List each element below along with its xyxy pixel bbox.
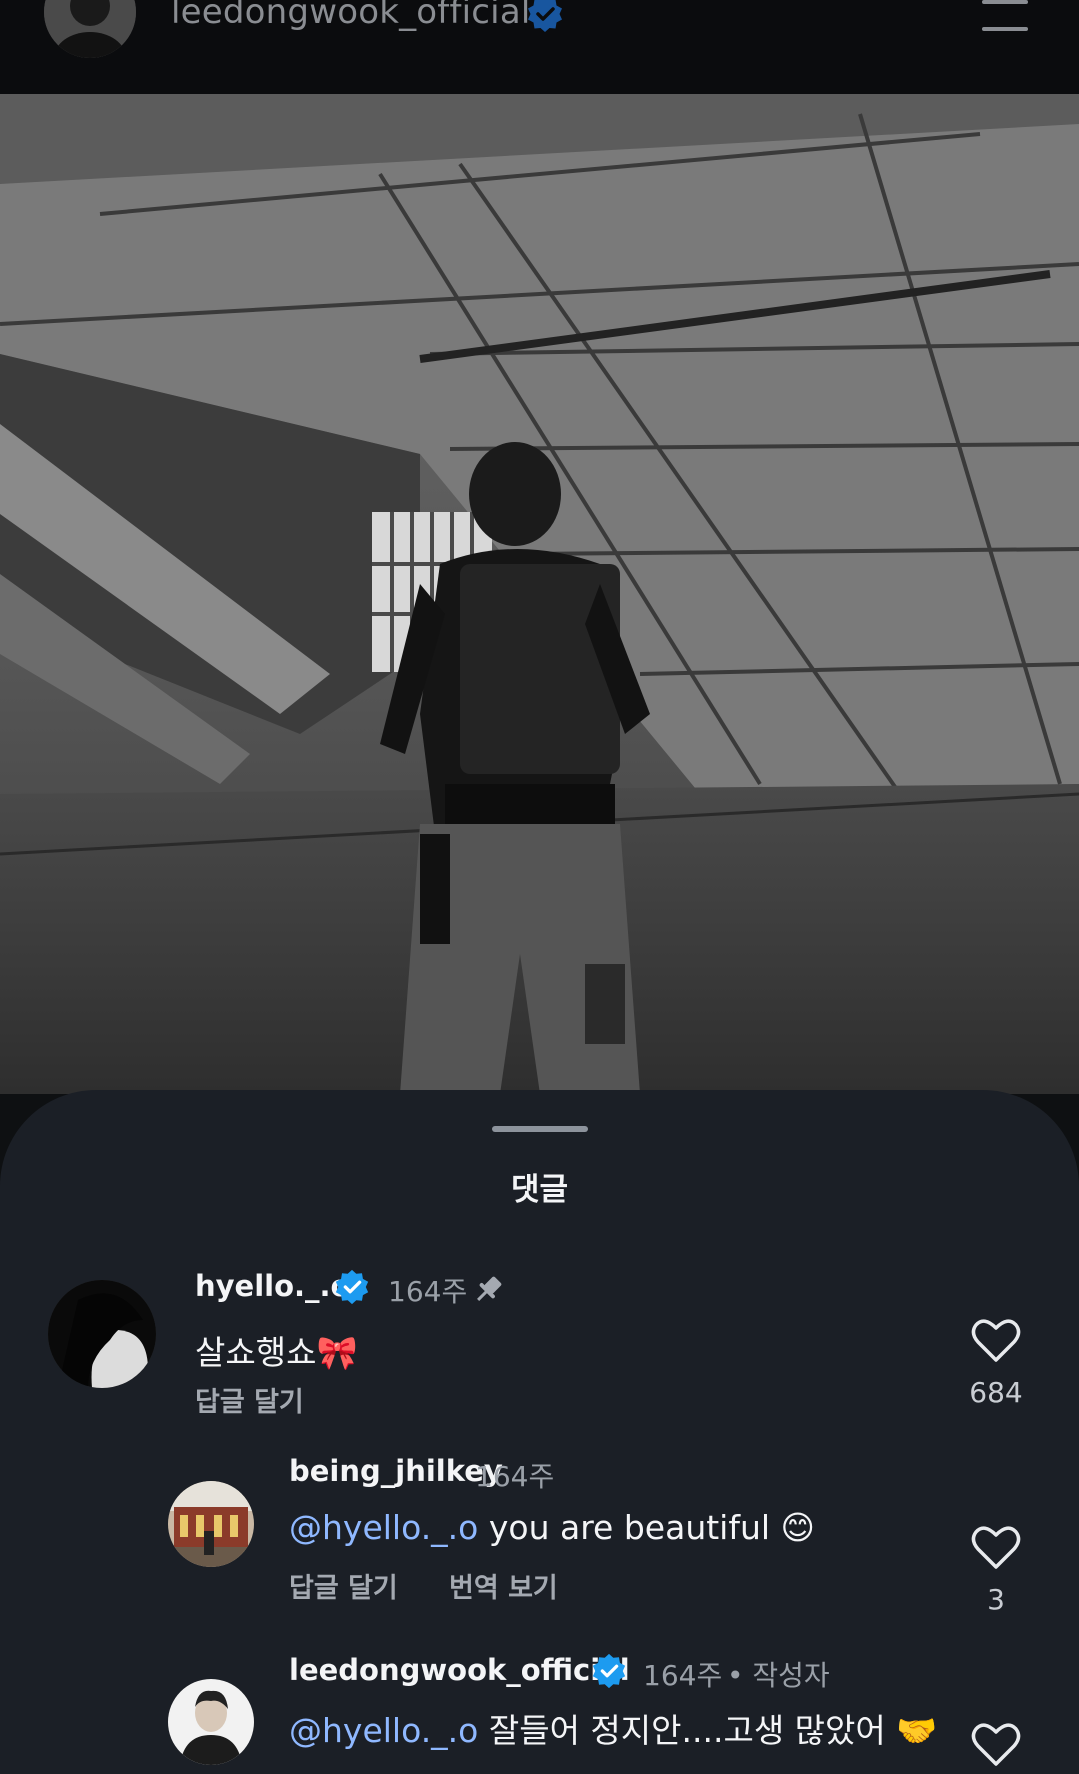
comment-username[interactable]: being_jhilkey — [289, 1454, 503, 1488]
verified-badge-icon — [528, 0, 562, 32]
translate-button[interactable]: 번역 보기 — [449, 1566, 558, 1605]
heart-icon[interactable] — [970, 1720, 1022, 1768]
sheet-title: 댓글 — [510, 1172, 569, 1208]
commenter-avatar[interactable] — [48, 1280, 156, 1388]
verified-badge-icon — [335, 1269, 369, 1305]
verified-badge-icon — [592, 1653, 626, 1689]
reply-button[interactable]: 답글 달기 — [195, 1380, 304, 1419]
sheet-drag-handle[interactable] — [492, 1126, 588, 1132]
hamburger-menu-icon[interactable] — [982, 0, 1028, 34]
pin-icon — [477, 1276, 502, 1301]
like-count: 3 — [987, 1583, 1005, 1616]
mention-link[interactable]: @hyello._.o — [289, 1508, 478, 1547]
heart-icon[interactable] — [970, 1523, 1022, 1571]
comment-username[interactable]: hyello._.o — [195, 1269, 350, 1303]
profile-avatar[interactable] — [44, 0, 136, 58]
reply-button[interactable]: 답글 달기 — [289, 1566, 398, 1605]
heart-icon[interactable] — [970, 1316, 1022, 1364]
comment-timestamp: 164주 — [475, 1460, 555, 1493]
profile-header: leedongwook_official — [0, 0, 1079, 94]
mention-link[interactable]: @hyello._.o — [289, 1711, 478, 1750]
comment-username[interactable]: leedongwook_official — [289, 1653, 630, 1687]
like-count: 684 — [969, 1376, 1023, 1409]
comment-text: @hyello._.o you are beautiful 😊 — [289, 1508, 815, 1547]
comment-timestamp: 164주 — [643, 1659, 723, 1692]
comment-body: you are beautiful 😊 — [478, 1508, 815, 1547]
comment-text: 살쇼행쇼🎀 — [195, 1333, 358, 1372]
commenter-avatar[interactable] — [168, 1481, 254, 1567]
commenter-avatar[interactable] — [168, 1679, 254, 1765]
profile-username[interactable]: leedongwook_official — [171, 0, 531, 32]
comment-body: 잘들어 정지안....고생 많았어 🤝 — [478, 1711, 938, 1750]
comments-sheet: 댓글 hyello._.o 164주 살쇼행쇼🎀 답글 달기 684 being… — [0, 1090, 1079, 1774]
author-badge: • 작성자 — [727, 1659, 830, 1692]
post-photo — [0, 94, 1079, 1094]
comment-timestamp: 164주 — [388, 1275, 468, 1308]
comment-text: @hyello._.o 잘들어 정지안....고생 많았어 🤝 — [289, 1704, 937, 1752]
